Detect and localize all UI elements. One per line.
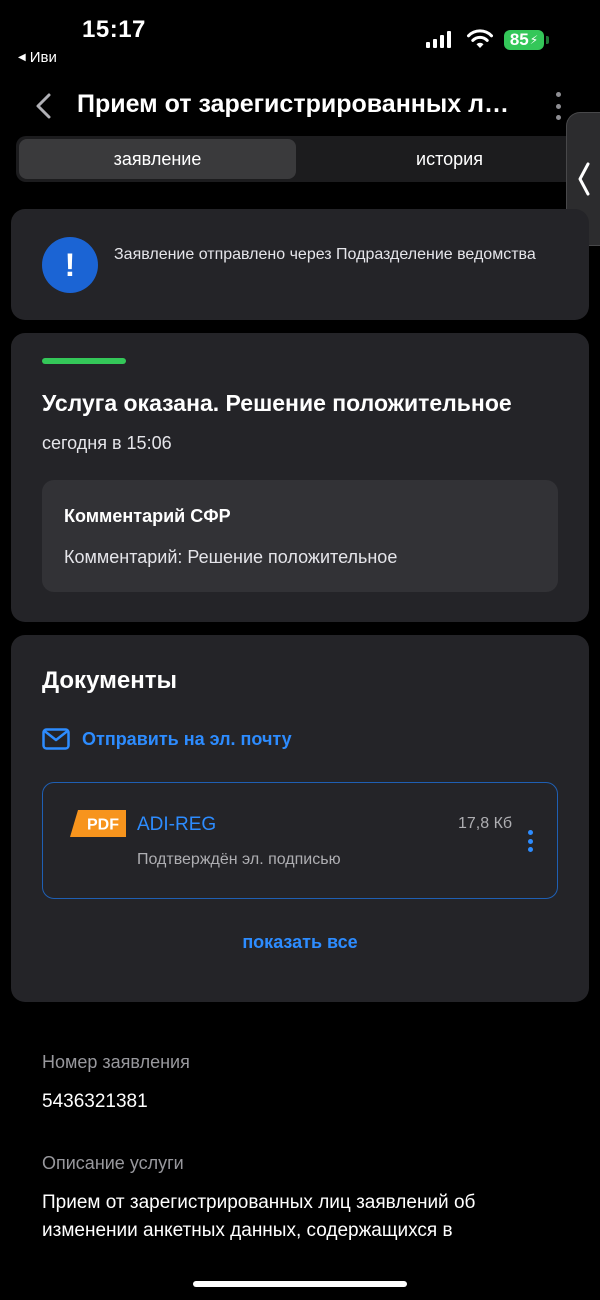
status-title: Услуга оказана. Решение положительное	[42, 390, 512, 416]
back-chevron-icon[interactable]	[32, 90, 56, 122]
battery-indicator: 85 ⚡	[504, 30, 544, 50]
document-signature-status: Подтверждён эл. подписью	[137, 851, 341, 868]
pdf-badge-label: PDF	[87, 817, 119, 834]
comment-box	[42, 480, 558, 592]
tab-switcher: заявление история	[16, 136, 590, 182]
application-number-label: Номер заявления	[42, 1052, 190, 1072]
back-to-app-link[interactable]: ◀ Иви	[18, 49, 57, 66]
cellular-signal-icon	[426, 30, 451, 48]
battery-level: 85	[509, 30, 529, 49]
status-time: 15:17	[82, 16, 146, 43]
back-app-label: Иви	[29, 49, 57, 66]
page-title: Прием от зарегистрированных лиц заявлени…	[77, 90, 522, 118]
send-email-label: Отправить на эл. почту	[82, 728, 292, 749]
document-more-icon[interactable]	[526, 830, 534, 852]
documents-title: Документы	[42, 667, 177, 694]
pdf-file-icon: PDF	[70, 810, 126, 837]
tab-history[interactable]: история	[312, 139, 587, 179]
home-indicator[interactable]	[193, 1281, 407, 1287]
status-time-label: сегодня в 15:06	[42, 433, 172, 453]
tab-application[interactable]: заявление	[19, 139, 296, 179]
more-menu-icon[interactable]	[548, 92, 568, 120]
notice-text: Заявление отправлено через Подразделение…	[114, 246, 536, 263]
battery-cap	[546, 36, 549, 44]
send-email-button[interactable]: Отправить на эл. почту	[42, 728, 292, 750]
charging-bolt-icon: ⚡	[529, 33, 539, 47]
comment-title: Комментарий СФР	[64, 506, 231, 526]
back-triangle-icon: ◀	[18, 52, 26, 63]
document-name[interactable]: ADI-REG	[137, 814, 216, 836]
comment-text: Комментарий: Решение положительное	[64, 547, 398, 567]
envelope-icon	[42, 728, 70, 750]
chevron-left-icon	[578, 162, 590, 196]
service-description-label: Описание услуги	[42, 1153, 184, 1173]
service-description-value: Прием от зарегистрированных лиц заявлени…	[42, 1192, 476, 1241]
application-number-value: 5436321381	[42, 1091, 148, 1112]
exclamation-icon: !	[42, 237, 98, 293]
document-size: 17,8 Кб	[458, 815, 513, 832]
status-indicator-bar	[42, 358, 126, 364]
show-all-link[interactable]: показать все	[0, 932, 600, 953]
wifi-icon	[467, 29, 493, 48]
document-item[interactable]	[42, 782, 558, 899]
